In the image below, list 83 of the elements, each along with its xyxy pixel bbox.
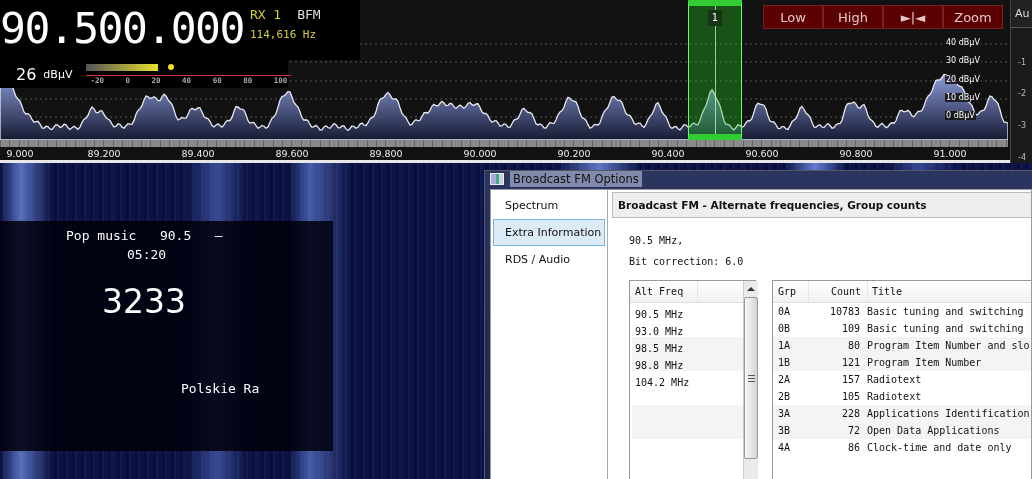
- filter-number: 1: [707, 10, 723, 26]
- nav-item[interactable]: Extra Information: [493, 219, 605, 246]
- db-label: 20 dBµV: [945, 75, 981, 84]
- table-cell: Program Item Number: [866, 357, 982, 368]
- info-text: 90.5 MHz,: [629, 235, 685, 248]
- list-item[interactable]: 104.2 MHz: [632, 377, 690, 388]
- section-header: Broadcast FM - Alternate frequencies, Group counts: [612, 192, 1031, 218]
- frequency-label: 91.000: [932, 148, 968, 159]
- peak-dot-icon: [168, 63, 175, 70]
- table-cell-text: 2B: [777, 391, 792, 402]
- scrollbar[interactable]: [743, 281, 758, 479]
- table-cell-text: 121: [840, 357, 861, 368]
- pi-code: 3233: [102, 282, 186, 321]
- column-header[interactable]: Count: [809, 281, 868, 302]
- toolbar-button[interactable]: High: [823, 5, 883, 29]
- table-cell: Open Data Applications: [866, 425, 1000, 436]
- rds-text: Pop music 90.5 –: [66, 228, 223, 243]
- table-cell-text: 0B: [777, 323, 792, 334]
- scale-label: -3: [1018, 121, 1027, 132]
- table-cell-text: 157: [840, 374, 861, 385]
- info-text: Bit correction: 6.0: [629, 256, 745, 269]
- table-cell-text: 4A: [777, 442, 792, 453]
- frequency-display: 90.500.000: [0, 2, 244, 55]
- table-cell-text: 109: [840, 323, 861, 334]
- table-cell-text: 228: [840, 408, 861, 419]
- frequency-label: 89.200: [86, 148, 122, 159]
- table-cell-text: 3B: [777, 425, 792, 436]
- nav-item[interactable]: RDS / Audio: [493, 246, 605, 273]
- window-icon: [490, 173, 504, 185]
- toolbar-button[interactable]: Low: [763, 5, 823, 29]
- column-header[interactable]: Grp: [773, 281, 809, 302]
- station-name: Polskie Ra: [181, 381, 260, 396]
- table-cell: Basic tuning and switching: [866, 323, 1024, 334]
- table-cell-text: 86: [846, 442, 861, 453]
- table-cell: Applications Identification: [866, 408, 1030, 419]
- table-cell-text: 1B: [777, 357, 792, 368]
- scale-label: -2: [1018, 89, 1027, 100]
- filter-passband[interactable]: 1: [688, 0, 742, 140]
- scroll-up-icon[interactable]: [747, 287, 755, 291]
- table-cell: Program Item Number and slo: [866, 340, 1030, 351]
- frequency-label: 90.600: [744, 148, 780, 159]
- scale-label: -4: [1018, 153, 1027, 163]
- mode-label: BFM: [297, 7, 321, 22]
- receiver-label: RX 1: [249, 7, 282, 22]
- table-cell: Clock-time and date only: [866, 442, 1012, 453]
- table-cell-text: 105: [840, 391, 861, 402]
- frequency-label: 90.400: [650, 148, 686, 159]
- db-label: 0 dBµV: [945, 111, 976, 120]
- table-cell: Radiotext: [866, 391, 922, 402]
- column-header[interactable]: Title: [868, 281, 903, 302]
- frequency-label: 9.000: [5, 148, 35, 159]
- table-cell: Radiotext: [866, 374, 922, 385]
- nav-item[interactable]: Spectrum: [493, 192, 605, 219]
- toolbar-button[interactable]: Zoom: [943, 5, 1003, 29]
- scroll-thumb[interactable]: [744, 297, 758, 459]
- signal-unit: dBµV: [43, 67, 73, 81]
- db-label: 40 dBµV: [945, 38, 981, 47]
- frequency-label: 89.400: [180, 148, 216, 159]
- table-cell: Basic tuning and switching: [866, 306, 1024, 317]
- table-cell-text: 10783: [828, 306, 861, 317]
- window-title: Broadcast FM Options: [510, 171, 642, 187]
- frequency-label: 90.000: [462, 148, 498, 159]
- list-item[interactable]: 90.5 MHz: [632, 309, 684, 320]
- frequency-label: 89.800: [368, 148, 404, 159]
- offset-frequency: 114,616 Hz: [249, 28, 318, 41]
- table-cell-text: 1A: [777, 340, 792, 351]
- db-label: 10 dBµV: [945, 93, 981, 102]
- db-label: 30 dBµV: [945, 56, 981, 65]
- signal-value: 26: [16, 64, 37, 84]
- table-cell-text: 72: [846, 425, 861, 436]
- table-cell-text: 80: [846, 340, 861, 351]
- frequency-label: 89.600: [274, 148, 310, 159]
- list-item[interactable]: 93.0 MHz: [632, 326, 684, 337]
- grip-icon: [747, 374, 755, 382]
- rds-time: 05:20: [127, 247, 167, 262]
- table-cell-text: 0A: [777, 306, 792, 317]
- auto-button[interactable]: Au: [1011, 0, 1032, 28]
- scale-label: -1: [1018, 57, 1027, 68]
- table-cell-text: 3A: [777, 408, 792, 419]
- table-cell-text: 2A: [777, 374, 792, 385]
- frequency-label: 90.200: [556, 148, 592, 159]
- toolbar-button[interactable]: ►|◄: [883, 5, 943, 29]
- frequency-label: 90.800: [838, 148, 874, 159]
